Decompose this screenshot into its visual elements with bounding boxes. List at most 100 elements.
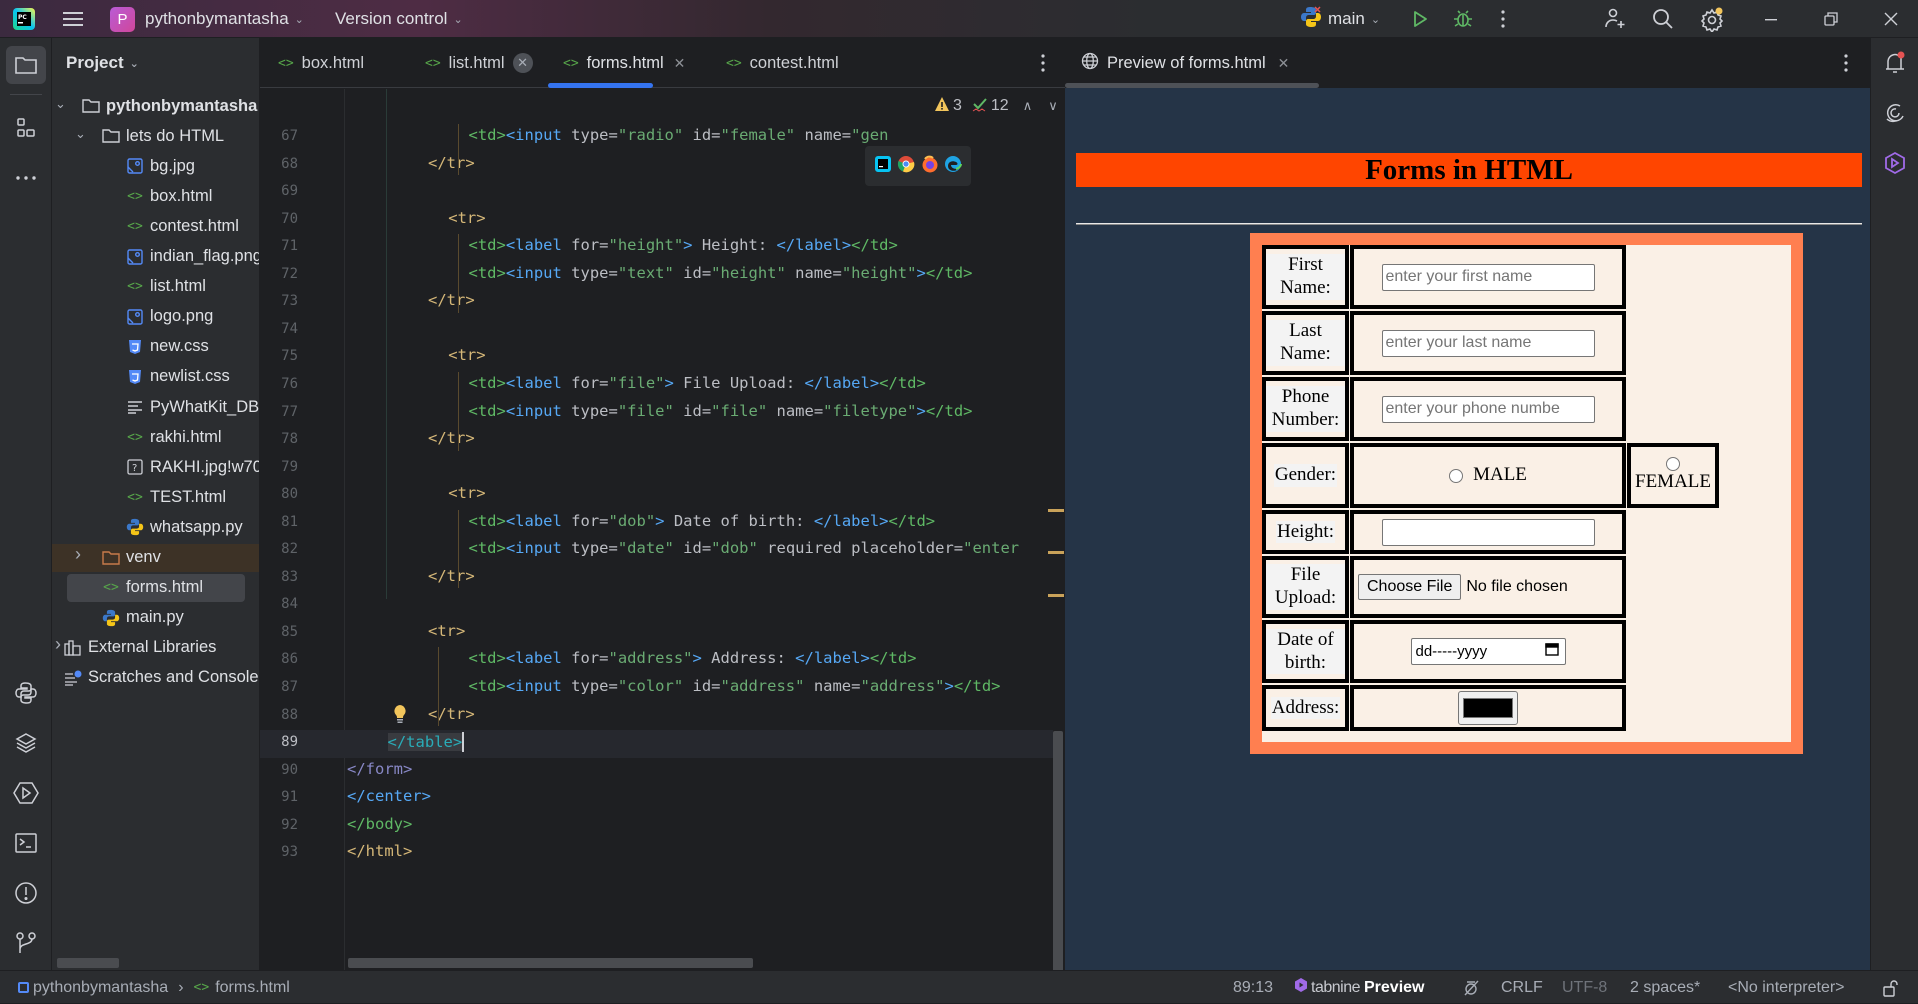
close-tab-icon[interactable]: ✕ (1278, 55, 1290, 72)
tabnine-icon[interactable] (1880, 148, 1910, 178)
tab-preview-forms[interactable]: Preview of forms.html ✕ (1081, 38, 1289, 88)
chrome-icon[interactable] (897, 155, 915, 178)
chevron-right-icon[interactable]: › (75, 544, 81, 565)
tree-item[interactable]: <> forms.html (52, 573, 259, 602)
tabnine-status[interactable]: tabnine Preview (1294, 971, 1424, 1004)
last-name-input[interactable]: enter your last name (1381, 329, 1595, 357)
tab-options-icon[interactable] (1040, 53, 1046, 78)
tree-item[interactable]: <> list.html (52, 273, 259, 301)
terminal-icon[interactable] (11, 828, 41, 858)
height-input[interactable] (1381, 518, 1595, 546)
tree-item[interactable]: new.css (52, 333, 259, 361)
choose-file-button[interactable]: Choose File (1358, 574, 1462, 600)
tree-item[interactable]: Scratches and Consoles (52, 664, 259, 692)
tree-item[interactable]: <> contest.html (52, 212, 259, 240)
tree-item[interactable]: <> TEST.html (52, 483, 259, 511)
problems-icon[interactable] (11, 878, 41, 908)
tree-item[interactable]: main.py (52, 604, 259, 632)
tree-item[interactable]: PyWhatKit_DB (52, 393, 259, 421)
tree-item[interactable]: logo.png (52, 303, 259, 331)
male-radio[interactable] (1449, 468, 1464, 483)
firefox-icon[interactable] (921, 155, 939, 178)
indent-setting[interactable]: 2 spaces* (1630, 971, 1700, 1004)
breadcrumb-project[interactable]: pythonbymantasha (33, 979, 168, 997)
female-radio[interactable] (1666, 457, 1680, 472)
line-separator[interactable]: CRLF (1501, 971, 1543, 1004)
tab-list-html[interactable]: <> list.html ✕ (425, 38, 533, 88)
minimize-window-icon[interactable] (1763, 0, 1779, 38)
tree-item[interactable]: newlist.css (52, 363, 259, 391)
code-with-me-icon[interactable] (1603, 0, 1627, 38)
chevron-down-icon[interactable]: ⌄ (55, 96, 66, 112)
close-window-icon[interactable] (1883, 0, 1899, 38)
phone-input[interactable]: enter your phone numbe (1381, 395, 1595, 423)
python-console-icon[interactable] (11, 678, 41, 708)
code-token: "gen (851, 126, 889, 144)
interpreter-selector[interactable]: <No interpreter> (1728, 971, 1845, 1004)
settings-gear-icon[interactable] (1700, 0, 1726, 38)
css-file-icon (126, 368, 144, 386)
tree-item[interactable]: <> rakhi.html (52, 423, 259, 451)
version-control-menu[interactable]: Version control ⌄ (335, 0, 463, 38)
run-config-selector[interactable]: main ⌄ (1300, 0, 1380, 38)
preview-options-icon[interactable] (1843, 53, 1849, 78)
tree-item[interactable]: › External Libraries (52, 634, 259, 662)
code-token: <td> (468, 511, 506, 530)
python-packages-icon[interactable] (11, 728, 41, 758)
main-menu-icon[interactable] (62, 0, 84, 38)
project-tool-folder-icon[interactable] (6, 46, 46, 84)
project-horizontal-scrollbar[interactable] (57, 958, 119, 968)
next-highlight-icon[interactable]: ∨ (1048, 98, 1058, 114)
file-label: File Upload: (1266, 564, 1345, 610)
warning-stripe-marker[interactable] (1048, 594, 1064, 597)
project-panel-title[interactable]: Project ⌄ (66, 38, 139, 88)
ai-assistant-icon[interactable] (1880, 98, 1910, 128)
more-tool-windows-icon[interactable] (11, 163, 41, 193)
close-tab-icon[interactable]: ✕ (674, 55, 686, 72)
tree-item[interactable]: ⌄ pythonbymantasha (52, 92, 259, 120)
file-encoding[interactable]: UTF-8 (1562, 971, 1607, 1004)
tree-item[interactable]: bg.jpg (52, 152, 259, 180)
tree-item[interactable]: › venv (52, 543, 259, 572)
no-power-save-icon[interactable] (1462, 971, 1480, 1004)
tree-item[interactable]: <> box.html (52, 182, 259, 210)
chevron-down-icon[interactable]: ⌄ (75, 126, 86, 142)
pycharm-logo-icon[interactable]: PC (12, 0, 36, 38)
previous-highlight-icon[interactable]: ∧ (1023, 98, 1033, 114)
more-actions-icon[interactable] (1500, 0, 1506, 38)
read-only-lock-icon[interactable] (1882, 971, 1898, 1004)
tree-item[interactable]: ? RAKHI.jpg!w70 (52, 453, 259, 481)
services-icon[interactable] (11, 778, 41, 808)
tree-item[interactable]: whatsapp.py (52, 513, 259, 541)
warning-stripe-marker[interactable] (1048, 509, 1064, 512)
editor-vertical-scrollbar[interactable] (1053, 731, 1063, 1003)
structure-icon[interactable] (11, 113, 41, 143)
tab-contest-html[interactable]: <> contest.html (726, 38, 839, 88)
tree-item[interactable]: ⌄ lets do HTML (52, 122, 259, 150)
debug-button[interactable] (1452, 0, 1474, 38)
code-token: </body> (347, 814, 413, 833)
pycharm-browser-icon[interactable] (874, 155, 892, 178)
tab-forms-html[interactable]: <> forms.html ✕ (563, 38, 685, 88)
project-switcher[interactable]: P pythonbymantasha ⌄ (110, 0, 304, 38)
calendar-icon[interactable] (1544, 642, 1559, 661)
tab-box-html[interactable]: <> box.html (278, 38, 364, 88)
editor-horizontal-scrollbar[interactable] (348, 958, 753, 968)
tree-item[interactable]: indian_flag.png (52, 243, 259, 271)
breadcrumb-file[interactable]: forms.html (215, 979, 290, 997)
warning-stripe-marker[interactable] (1048, 551, 1064, 554)
close-tab-icon[interactable]: ✕ (512, 53, 533, 73)
edge-icon[interactable] (944, 155, 963, 178)
git-branch-icon[interactable] (11, 928, 41, 958)
first-name-input[interactable]: enter your first name (1381, 263, 1595, 291)
notifications-bell-icon[interactable] (1880, 48, 1910, 78)
dob-date-input[interactable]: dd-----yyyy (1410, 638, 1566, 665)
run-button[interactable] (1410, 0, 1430, 38)
inspection-widget[interactable]: 3 12 ∧ ∨ (930, 92, 1058, 120)
address-color-picker[interactable] (1458, 691, 1518, 725)
chevron-right-icon[interactable]: › (55, 634, 61, 655)
search-icon[interactable] (1651, 0, 1675, 38)
restore-window-icon[interactable] (1823, 0, 1839, 38)
lightbulb-intention-icon[interactable] (393, 704, 407, 729)
caret-position[interactable]: 89:13 (1233, 971, 1273, 1004)
